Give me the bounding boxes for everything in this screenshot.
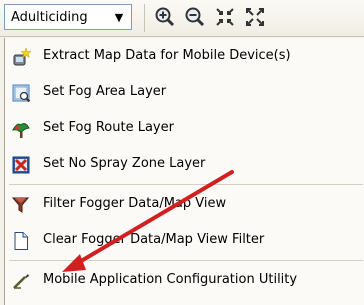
menu-item-set-fog-area-layer[interactable]: Set Fog Area Layer	[5, 76, 364, 110]
configuration-utility-icon	[13, 274, 29, 289]
fixed-zoom-in-icon[interactable]	[214, 6, 236, 28]
toolbar-separator	[144, 4, 145, 32]
layer-mode-value: Adulticiding	[11, 9, 88, 25]
menu-item-set-fog-route-layer[interactable]: Set Fog Route Layer	[5, 112, 364, 146]
no-spray-zone-icon	[12, 156, 30, 174]
menu-item-label: Extract Map Data for Mobile Device(s)	[43, 48, 291, 63]
toolbar: Adulticiding ▼	[0, 0, 364, 37]
menu-item-label: Set No Spray Zone Layer	[43, 156, 206, 171]
menu-item-mobile-app-configuration[interactable]: Mobile Application Configuration Utility	[5, 264, 364, 298]
menu-separator	[9, 260, 363, 261]
mobile-tools-menu: Extract Map Data for Mobile Device(s) Se…	[4, 38, 364, 305]
menu-item-label: Filter Fogger Data/Map View	[43, 196, 227, 211]
menu-item-label: Clear Fogger Data/Map View Filter	[43, 232, 265, 247]
clear-filter-icon	[14, 232, 28, 250]
zoom-in-icon[interactable]	[154, 6, 176, 28]
menu-item-label: Mobile Application Configuration Utility	[43, 272, 298, 287]
zoom-out-icon[interactable]	[184, 6, 206, 28]
fog-area-layer-icon	[12, 84, 31, 103]
extract-data-icon	[13, 47, 31, 66]
layer-mode-dropdown[interactable]: Adulticiding ▼	[4, 4, 132, 30]
menu-item-clear-fogger-filter[interactable]: Clear Fogger Data/Map View Filter	[5, 224, 364, 258]
filter-icon	[11, 197, 30, 213]
fog-route-layer-icon	[12, 123, 30, 138]
menu-item-filter-fogger-data[interactable]: Filter Fogger Data/Map View	[5, 188, 364, 222]
menu-item-label: Set Fog Route Layer	[43, 120, 174, 135]
chevron-down-icon: ▼	[114, 10, 124, 24]
menu-item-set-no-spray-zone-layer[interactable]: Set No Spray Zone Layer	[5, 148, 364, 182]
menu-separator	[9, 184, 363, 185]
menu-item-label: Set Fog Area Layer	[43, 84, 167, 99]
menu-item-extract-map-data[interactable]: Extract Map Data for Mobile Device(s)	[5, 40, 364, 74]
fixed-zoom-out-icon[interactable]	[244, 6, 266, 28]
